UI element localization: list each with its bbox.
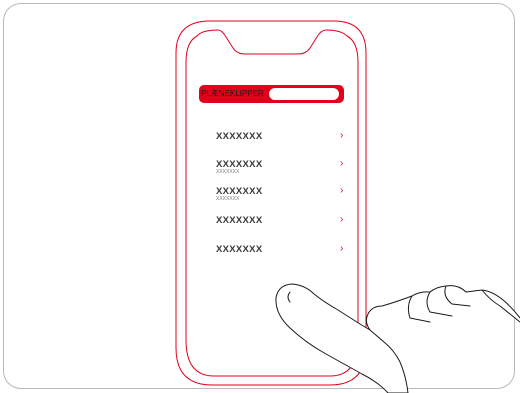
list-item[interactable]: XXXXXXX ›	[216, 214, 348, 235]
list-item[interactable]: XXXXXXX ›	[216, 243, 348, 264]
list-item[interactable]: XXXXXXX XXXXXXX ›	[216, 158, 348, 179]
category-search-bar[interactable]: PLÆNEKLIPPER	[199, 85, 344, 103]
chevron-right-icon: ›	[340, 158, 344, 169]
chevron-right-icon: ›	[340, 130, 344, 141]
chevron-right-icon: ›	[340, 243, 344, 254]
pointing-hand-icon	[275, 283, 520, 393]
list-item-title: XXXXXXX	[216, 131, 263, 142]
chevron-right-icon: ›	[340, 214, 344, 225]
illustration: PLÆNEKLIPPER XXXXXXX › XXXXXXX XXXXXXX ›…	[0, 0, 520, 393]
list-item-title: XXXXXXX	[216, 244, 263, 255]
chevron-right-icon: ›	[340, 185, 344, 196]
category-label: PLÆNEKLIPPER	[201, 89, 264, 98]
list-item-title: XXXXXXX	[216, 215, 263, 226]
search-input[interactable]	[269, 88, 339, 100]
list-item-subtitle: XXXXXXX	[216, 196, 240, 202]
list-item[interactable]: XXXXXXX XXXXXXX ›	[216, 185, 348, 206]
list-item-subtitle: XXXXXXX	[216, 169, 240, 175]
list-item[interactable]: XXXXXXX ›	[216, 130, 348, 151]
